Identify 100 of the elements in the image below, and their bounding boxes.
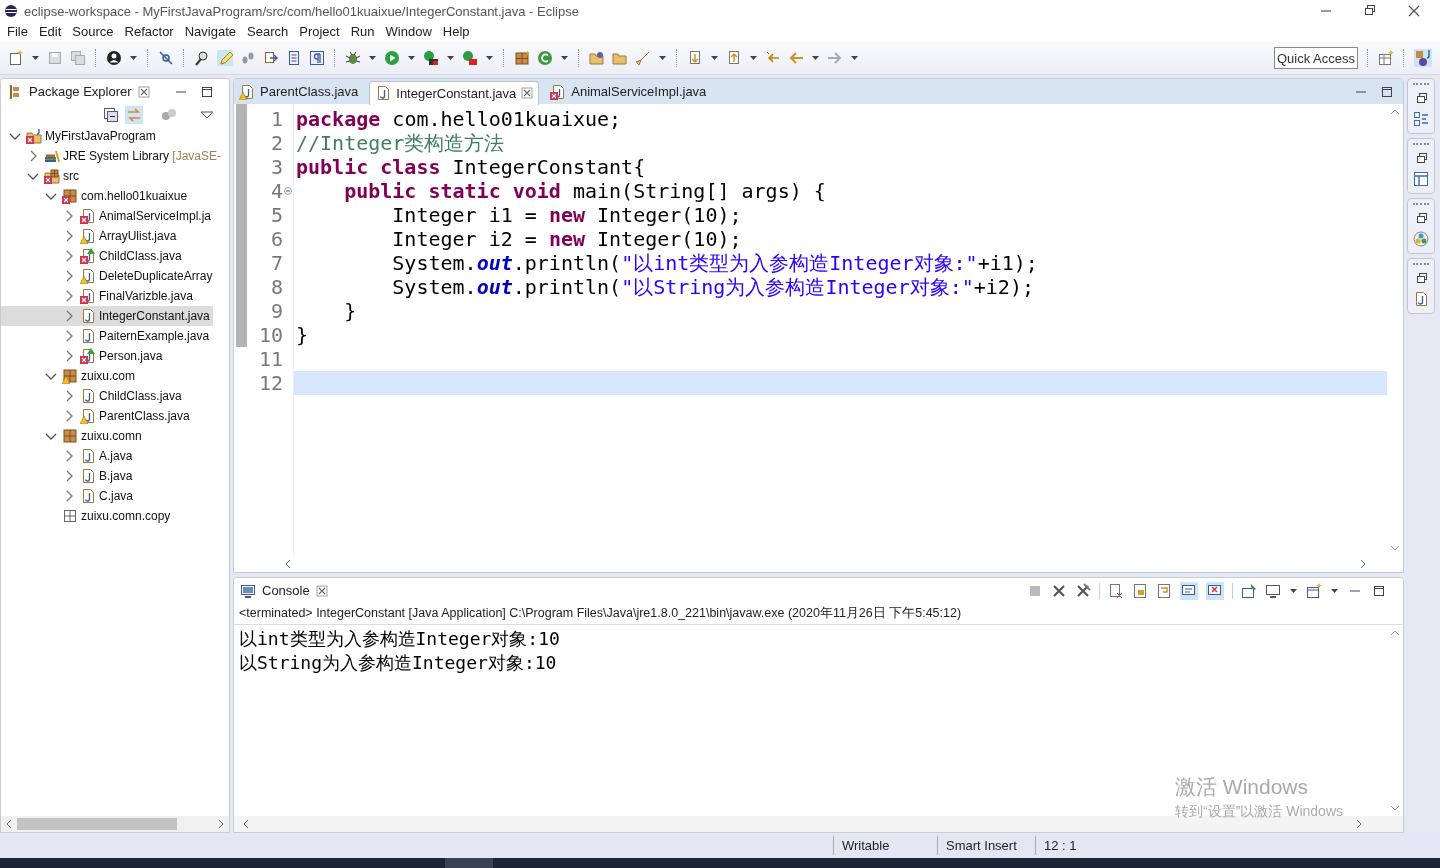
scroll-up-icon[interactable] <box>1390 108 1400 116</box>
coverage-icon[interactable] <box>423 50 439 66</box>
scroll-up-icon[interactable] <box>1390 629 1400 637</box>
tree-item[interactable]: ParentClass.java <box>1 406 193 426</box>
horizontal-scrollbar[interactable] <box>234 816 1403 832</box>
back-icon[interactable] <box>788 50 804 66</box>
editor-tab[interactable]: IntegerConstant.java <box>369 80 540 105</box>
close-icon[interactable] <box>315 584 328 597</box>
close-icon[interactable] <box>521 87 534 99</box>
quick-access-field[interactable]: Quick Access <box>1274 47 1358 69</box>
restore-icon[interactable] <box>1414 91 1428 105</box>
previous-annotation-icon[interactable] <box>726 50 742 66</box>
scroll-right-icon[interactable] <box>1359 559 1367 569</box>
tree-item[interactable]: zuixu.comn.copy <box>1 506 174 526</box>
menu-item[interactable]: Run <box>346 22 379 42</box>
restore-icon[interactable] <box>1414 271 1428 285</box>
scroll-down-icon[interactable] <box>1390 544 1400 552</box>
menu-item[interactable]: Edit <box>34 22 66 42</box>
tree-item[interactable]: FinalVarizble.java <box>1 286 196 306</box>
tree-item[interactable]: src <box>1 166 82 186</box>
tree-item[interactable]: C.java <box>1 486 136 506</box>
menu-item[interactable]: Refactor <box>120 22 178 42</box>
folder-icon[interactable] <box>612 50 628 66</box>
restore-icon[interactable] <box>1414 151 1428 165</box>
folder-open-icon[interactable] <box>589 50 605 66</box>
slash-icon[interactable] <box>158 50 174 66</box>
tree-item[interactable]: PaiternExample.java <box>1 326 213 346</box>
menu-item[interactable]: Navigate <box>180 22 240 42</box>
scroll-lock-icon[interactable] <box>1132 582 1148 599</box>
highlighter-icon[interactable] <box>217 50 233 66</box>
tree-item[interactable]: JRE System Library [JavaSE- <box>1 146 225 166</box>
scroll-left-icon[interactable] <box>284 559 292 569</box>
tree-item[interactable]: zuixu.com <box>1 366 139 386</box>
eclipse-icon <box>4 4 18 18</box>
tree-item[interactable]: DeleteDuplicateArray <box>1 266 216 286</box>
tree-item[interactable]: ChildClass.java <box>1 386 185 406</box>
activation-hint: 转到“设置”以激活 Windows <box>1175 803 1343 821</box>
java-file-icon[interactable] <box>1413 291 1429 307</box>
java-perspective-icon[interactable] <box>1414 49 1432 67</box>
menu-item[interactable]: Search <box>243 22 293 42</box>
package-icon[interactable] <box>514 50 530 66</box>
tree-item[interactable]: zuixu.comn <box>1 426 145 446</box>
swap-icon[interactable] <box>263 50 279 66</box>
pin-icon[interactable] <box>1241 582 1257 599</box>
display-console-icon[interactable] <box>1265 582 1281 599</box>
scroll-left-icon[interactable] <box>5 819 13 829</box>
restore-icon[interactable] <box>1414 211 1428 225</box>
tree-item[interactable]: ArrayUlist.java <box>1 226 180 246</box>
palette-icon[interactable] <box>1413 231 1429 247</box>
next-annotation-icon[interactable] <box>687 50 703 66</box>
bug-icon[interactable] <box>345 50 361 66</box>
close-icon[interactable] <box>137 85 150 98</box>
outline-view-icon[interactable] <box>1413 111 1429 127</box>
view-tab[interactable]: Package Explorer <box>29 84 132 99</box>
scroll-right-icon[interactable] <box>1355 819 1363 829</box>
horizontal-scrollbar[interactable] <box>1 816 229 832</box>
perspective-icon[interactable] <box>1378 50 1394 66</box>
footprints-icon[interactable] <box>240 50 256 66</box>
magnifier-icon[interactable] <box>194 50 210 66</box>
source-folder-icon <box>44 168 60 184</box>
scroll-left-icon[interactable] <box>242 819 250 829</box>
person-icon[interactable] <box>106 50 122 66</box>
tree-item[interactable]: MyFirstJavaProgram <box>1 126 159 146</box>
brush-icon[interactable] <box>635 50 651 66</box>
java-file-icon <box>80 388 96 404</box>
show-on-output-icon[interactable] <box>1180 581 1198 600</box>
menu-item[interactable]: Window <box>381 22 436 42</box>
tree-item[interactable]: ChildClass.java <box>1 246 185 266</box>
document-icon[interactable] <box>286 50 302 66</box>
editor-tab[interactable]: AnimalServiceImpl.java <box>545 80 712 103</box>
editor-tab[interactable]: ParentClass.java <box>234 80 364 103</box>
new-console-icon[interactable] <box>1306 582 1322 599</box>
external-tool-icon[interactable] <box>462 50 478 66</box>
line-number: 3 <box>270 155 283 179</box>
show-on-error-icon[interactable] <box>1206 581 1224 600</box>
run-icon[interactable] <box>384 50 400 66</box>
collapse-all-icon[interactable] <box>103 107 119 123</box>
new-icon[interactable] <box>8 50 24 66</box>
java-file-icon <box>550 83 567 100</box>
tree-item[interactable]: Person.java <box>1 346 166 366</box>
menu-item[interactable]: File <box>3 22 32 42</box>
scroll-right-icon[interactable] <box>217 819 225 829</box>
word-wrap-icon[interactable] <box>1156 582 1172 599</box>
menu-item[interactable]: Help <box>438 22 474 42</box>
tree-item[interactable]: AnimalServiceImpl.ja <box>1 206 215 226</box>
task-list-icon[interactable] <box>1413 171 1429 187</box>
tree-item[interactable]: IntegerConstant.java <box>1 306 213 326</box>
pilcrow-icon[interactable] <box>309 50 325 66</box>
close-icon[interactable] <box>1406 3 1422 19</box>
remove-icon[interactable] <box>1051 582 1067 599</box>
menu-item[interactable]: Project <box>295 22 344 42</box>
view-tab[interactable]: Console <box>262 583 310 598</box>
tree-item[interactable]: com.hello01kuaixue <box>1 186 191 206</box>
class-icon[interactable] <box>537 50 553 66</box>
remove-all-icon[interactable] <box>1075 582 1091 599</box>
tree-item[interactable]: B.java <box>1 466 136 486</box>
tree-item[interactable]: A.java <box>1 446 136 466</box>
clear-icon[interactable] <box>1108 582 1124 599</box>
scroll-down-icon[interactable] <box>1390 804 1400 812</box>
menu-item[interactable]: Source <box>68 22 118 42</box>
